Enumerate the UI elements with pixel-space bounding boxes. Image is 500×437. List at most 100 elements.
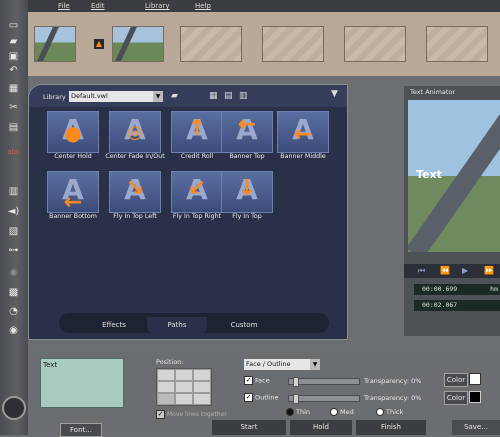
preset-label: Banner Middle [280,153,326,160]
mode-select[interactable]: Face / Outline ▼ [244,359,320,370]
capture-icon[interactable]: ▦ [5,83,22,95]
position-cell[interactable] [157,369,175,381]
face-color-button[interactable]: Color [444,373,468,387]
menu-library[interactable]: Library [145,2,169,10]
checkbox-icon: ✓ [156,410,165,419]
filter-icon[interactable]: ⊶ [5,245,22,257]
preset-fly-in-top-right[interactable]: A ↙ [171,171,223,213]
outline-slider[interactable] [288,394,360,404]
position-cell[interactable] [157,393,175,405]
media-icon[interactable]: ▧ [5,226,22,238]
reel-icon [2,396,26,420]
thin-radio[interactable]: Thin [286,408,310,416]
outline-color-swatch[interactable] [469,391,481,403]
transparency-label: Transparency: [364,394,410,402]
outline-color-button[interactable]: Color [444,391,468,405]
menu-edit[interactable]: Edit [91,2,105,10]
face-transparency: Transparency: 0% [364,377,421,385]
position-cell[interactable] [175,393,193,405]
timer-icon[interactable]: ◔ [5,306,22,318]
preset-center-hold[interactable]: A ● [47,111,99,153]
dvd-icon[interactable]: ◉ [5,325,22,337]
hold-button[interactable]: Hold [290,420,352,435]
preset-label: Center Fade In/Out [105,153,165,160]
preset-label: Banner Top [229,153,265,160]
tab-paths[interactable]: Paths [147,317,207,333]
outline-transparency: Transparency: 0% [364,394,421,402]
position-cell[interactable] [157,381,175,393]
position-cell[interactable] [193,381,211,393]
menu-help[interactable]: Help [195,2,211,10]
med-radio[interactable]: Med [330,408,354,416]
menu-file[interactable]: File [58,2,70,10]
preset-banner-bottom[interactable]: A ← [47,171,99,215]
video-clip[interactable] [112,26,164,62]
timecode-unit: hm [490,285,498,293]
arrow-left-icon: ← [237,112,257,137]
face-slider[interactable] [288,377,360,387]
checkbox-icon: ✓ [244,393,253,402]
view-details-icon[interactable]: ▥ [239,91,248,101]
outline-label: Outline [255,393,279,402]
video-clip[interactable] [34,26,76,62]
tab-effects[interactable]: Effects [89,317,139,333]
face-color-swatch[interactable] [469,373,481,385]
storyboard-filmstrip[interactable]: ▲ [28,12,500,76]
go-start-icon[interactable]: ⏮ [418,266,425,276]
share-icon[interactable]: ▩ [5,287,22,299]
empty-frame[interactable] [426,26,488,62]
empty-frame[interactable] [180,26,242,62]
position-cell[interactable] [193,369,211,381]
outline-checkbox[interactable]: ✓ Outline [244,393,279,402]
folder-icon[interactable]: ▰ [171,91,178,101]
preset-credit-roll[interactable]: A ↑ [171,111,223,153]
library-select[interactable]: Default.vwl ▼ [69,91,163,102]
timecode-duration[interactable]: 00:02.067 [414,300,500,311]
chevron-down-icon[interactable]: ▼ [153,91,163,102]
panel-menu-icon[interactable]: ▼ [331,89,338,99]
empty-frame[interactable] [262,26,324,62]
text-input[interactable]: Text [40,358,124,408]
preset-fly-in-top[interactable]: A ↓ [221,171,273,213]
new-icon[interactable]: ▭ [5,20,22,32]
move-lines-checkbox[interactable]: ✓ Move lines together [156,410,227,419]
preset-center-fade[interactable]: A ◎ [109,111,161,153]
timecode-current[interactable]: 00:00.699 hm [414,284,500,295]
undo-icon[interactable]: ↶ [5,65,22,77]
move-lines-label: Move lines together [167,411,227,418]
arrow-down-left-icon: ↙ [187,176,207,201]
preset-banner-top[interactable]: A ← [221,111,273,153]
thick-label: Thick [386,408,404,416]
position-grid[interactable] [156,368,212,406]
play-icon[interactable]: ▶ [462,266,468,275]
tab-custom[interactable]: Custom [219,317,269,333]
slider-knob[interactable] [293,394,299,404]
library-label: Library [43,93,66,101]
position-cell[interactable] [175,381,193,393]
finish-button[interactable]: Finish [356,420,426,435]
preset-fly-in-top-left[interactable]: A ↘ [109,171,161,213]
step-back-icon[interactable]: ⏪ [440,266,450,275]
preset-label: Fly In Top Left [113,213,157,220]
overlay-icon[interactable]: ▥ [5,186,22,198]
view-list-icon[interactable]: ▤ [224,91,233,101]
chevron-down-icon[interactable]: ▼ [310,359,320,370]
step-forward-icon[interactable]: ⏩ [484,266,494,275]
slider-knob[interactable] [293,377,299,387]
position-cell[interactable] [175,369,193,381]
arrow-left-icon: ← [63,190,83,215]
audio-icon[interactable]: ◄) [5,206,22,218]
open-folder-icon[interactable]: ▰ [5,36,22,48]
save-button[interactable]: Save... [452,420,500,435]
view-grid-icon[interactable]: ▦ [209,91,218,101]
start-button[interactable]: Start [212,420,286,435]
save-icon[interactable]: ▣ [5,51,22,63]
face-checkbox[interactable]: ✓ Face [244,376,270,385]
position-cell[interactable] [193,393,211,405]
thick-radio[interactable]: Thick [376,408,403,416]
transition-icon[interactable]: ▤ [5,122,22,134]
title-icon[interactable]: abc [5,146,22,158]
edit-icon[interactable]: ✂ [5,102,22,114]
empty-frame[interactable] [344,26,406,62]
preset-banner-middle[interactable]: A ← [277,111,329,153]
